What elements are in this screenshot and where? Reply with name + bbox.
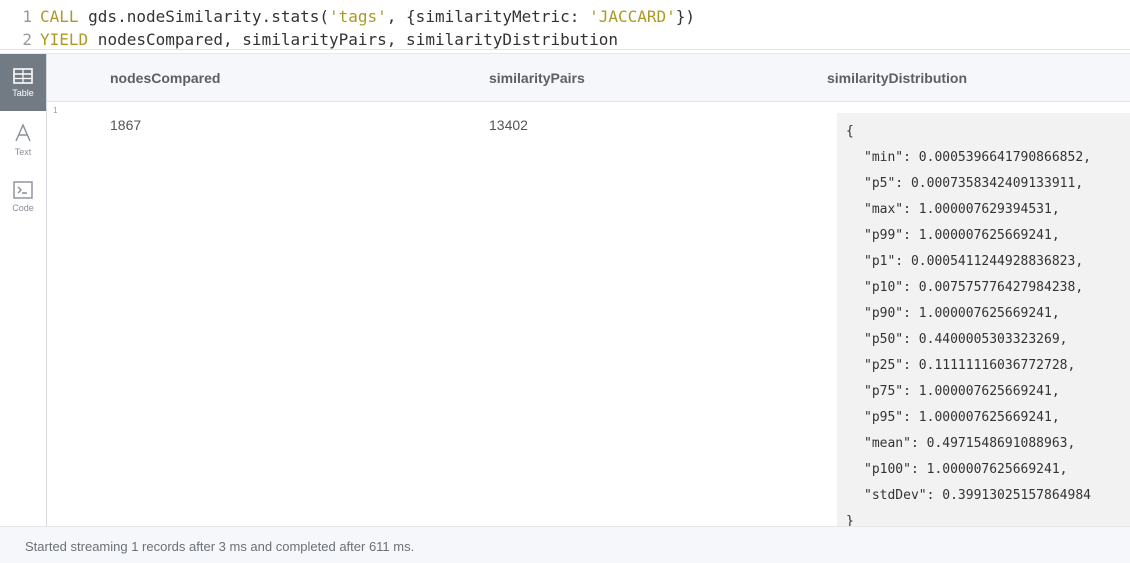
- config-map: , {similarityMetric:: [386, 7, 590, 26]
- code-line-1: 1 CALL gds.nodeSimilarity.stats( 'tags' …: [0, 5, 1130, 28]
- line-number: 2: [22, 30, 32, 49]
- code-line-2: 2 YIELD nodesCompared, similarityPairs, …: [0, 28, 1130, 51]
- json-entry: "max": 1.000007629394531,: [864, 202, 1060, 217]
- yield-fields: nodesCompared, similarityPairs, similari…: [88, 30, 618, 49]
- closing-parens: }): [675, 7, 696, 26]
- json-entry: "p100": 1.000007625669241,: [864, 462, 1068, 477]
- result-table: nodesCompared similarityPairs similarity…: [47, 54, 1130, 526]
- view-switcher: Table Text Code: [0, 54, 47, 526]
- result-frame: Table Text Code nodesCompared similarity…: [0, 53, 1130, 563]
- text-view-label: Text: [14, 146, 32, 157]
- json-close-brace: }: [846, 514, 854, 526]
- code-icon: [13, 180, 33, 199]
- json-entry: "p90": 1.000007625669241,: [864, 306, 1060, 321]
- code-view-button[interactable]: Code: [0, 168, 46, 225]
- json-entry: "p25": 0.11111116036772728,: [864, 358, 1076, 373]
- text-icon: [15, 122, 31, 141]
- table-view-button[interactable]: Table: [0, 54, 46, 111]
- table-header: nodesCompared similarityPairs similarity…: [47, 54, 1130, 102]
- table-view-label: Table: [12, 87, 34, 98]
- json-entry: "mean": 0.4971548691088963,: [864, 436, 1076, 451]
- json-entry: "p99": 1.000007625669241,: [864, 228, 1060, 243]
- json-open-brace: {: [846, 124, 854, 139]
- json-entry: "p95": 1.000007625669241,: [864, 410, 1060, 425]
- keyword-yield: YIELD: [40, 30, 89, 49]
- json-entry: "p1": 0.0005411244928836823,: [864, 254, 1084, 269]
- table-icon: [13, 67, 33, 84]
- column-header-nodes-compared: nodesCompared: [110, 70, 221, 86]
- code-view-label: Code: [12, 202, 34, 213]
- cell-similarity-distribution: { "min": 0.0005396641790866852, "p5": 0.…: [837, 113, 1130, 526]
- keyword-call: CALL: [40, 7, 79, 26]
- json-entry: "p10": 0.007575776427984238,: [864, 280, 1084, 295]
- status-bar: Started streaming 1 records after 3 ms a…: [0, 526, 1130, 563]
- line-number: 1: [22, 7, 32, 26]
- json-entry: "p50": 0.4400005303323269,: [864, 332, 1068, 347]
- json-entry: "min": 0.0005396641790866852,: [864, 150, 1091, 165]
- string-jaccard: 'JACCARD': [589, 7, 676, 26]
- json-entry: "p75": 1.000007625669241,: [864, 384, 1060, 399]
- row-index: 1: [53, 106, 58, 115]
- text-view-button[interactable]: Text: [0, 111, 46, 168]
- cell-similarity-pairs: 13402: [489, 117, 528, 133]
- cell-nodes-compared: 1867: [110, 117, 142, 133]
- query-editor[interactable]: 1 CALL gds.nodeSimilarity.stats( 'tags' …: [0, 0, 1130, 50]
- string-tags: 'tags': [328, 7, 387, 26]
- json-entry: "p5": 0.0007358342409133911,: [864, 176, 1084, 191]
- procedure-call: gds.nodeSimilarity.stats(: [78, 7, 329, 26]
- json-entry: "stdDev": 0.39913025157864984: [864, 488, 1091, 503]
- column-header-similarity-distribution: similarityDistribution: [827, 70, 968, 86]
- column-header-similarity-pairs: similarityPairs: [489, 70, 585, 86]
